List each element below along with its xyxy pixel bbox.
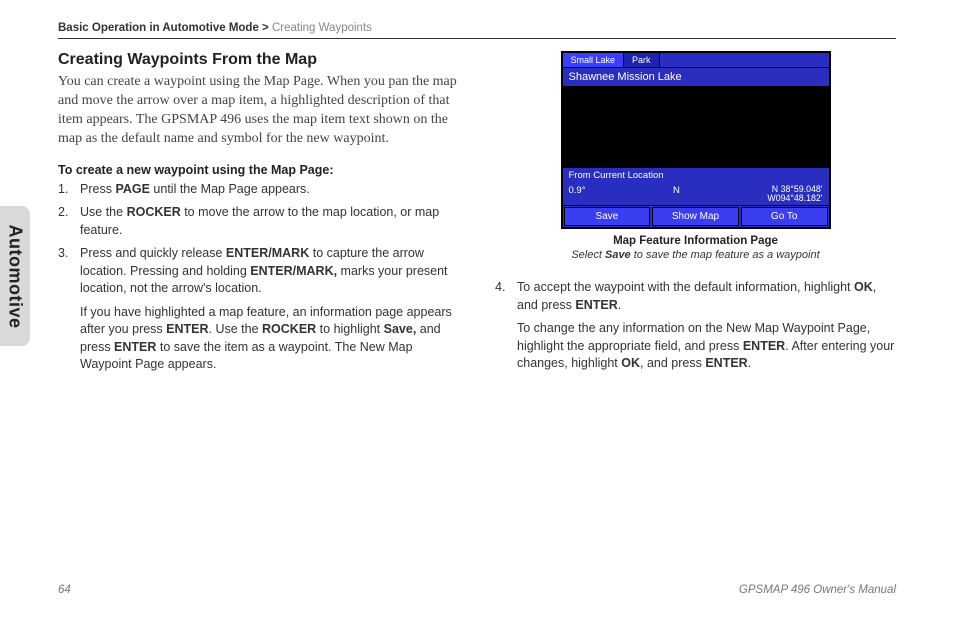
steps-list-right: 4. To accept the waypoint with the defau… [495, 279, 896, 373]
side-tab-automotive: Automotive [0, 206, 30, 346]
breadcrumb-sub: Creating Waypoints [272, 22, 372, 34]
step-4: 4. To accept the waypoint with the defau… [495, 279, 896, 373]
device-tabs: Small Lake Park [563, 53, 829, 67]
device-save-button: Save [564, 207, 651, 226]
left-column: Creating Waypoints From the Map You can … [58, 51, 463, 380]
step-1: 1. Press PAGE until the Map Page appears… [58, 181, 459, 199]
device-tab-park: Park [624, 53, 660, 67]
caption-sub: Select Save to save the map feature as a… [495, 249, 896, 261]
section-title: Creating Waypoints From the Map [58, 51, 459, 69]
device-distance: 0.9° [569, 185, 586, 203]
device-title: Shawnee Mission Lake [563, 67, 829, 87]
figure-caption: Map Feature Information Page Select Save… [495, 235, 896, 261]
breadcrumb-main: Basic Operation in Automotive Mode > [58, 22, 269, 34]
page-footer: 64 GPSMAP 496 Owner's Manual [58, 584, 896, 596]
device-coords: N 38°59.048' W094°48.182' [767, 185, 822, 203]
side-tab-label: Automotive [5, 224, 26, 328]
caption-title: Map Feature Information Page [495, 235, 896, 247]
device-tab-small-lake: Small Lake [563, 53, 625, 67]
device-goto-button: Go To [741, 207, 828, 226]
device-screenshot: Small Lake Park Shawnee Mission Lake Fro… [561, 51, 831, 229]
section-intro: You can create a waypoint using the Map … [58, 73, 459, 149]
device-button-row: Save Show Map Go To [563, 206, 829, 227]
page-number: 64 [58, 584, 71, 596]
device-show-map-button: Show Map [652, 207, 739, 226]
device-loc-row: 0.9° N N 38°59.048' W094°48.182' [563, 183, 829, 206]
steps-list-left: 1. Press PAGE until the Map Page appears… [58, 181, 459, 374]
device-loc-label: From Current Location [563, 167, 829, 183]
device-map-area [563, 87, 829, 167]
breadcrumb: Basic Operation in Automotive Mode > Cre… [58, 22, 896, 39]
steps-subhead: To create a new waypoint using the Map P… [58, 163, 459, 177]
step-2: 2. Use the ROCKER to move the arrow to t… [58, 204, 459, 239]
right-column: Small Lake Park Shawnee Mission Lake Fro… [491, 51, 896, 380]
step-3: 3. Press and quickly release ENTER/MARK … [58, 245, 459, 374]
manual-title: GPSMAP 496 Owner's Manual [739, 584, 896, 596]
device-direction: N [673, 185, 680, 203]
